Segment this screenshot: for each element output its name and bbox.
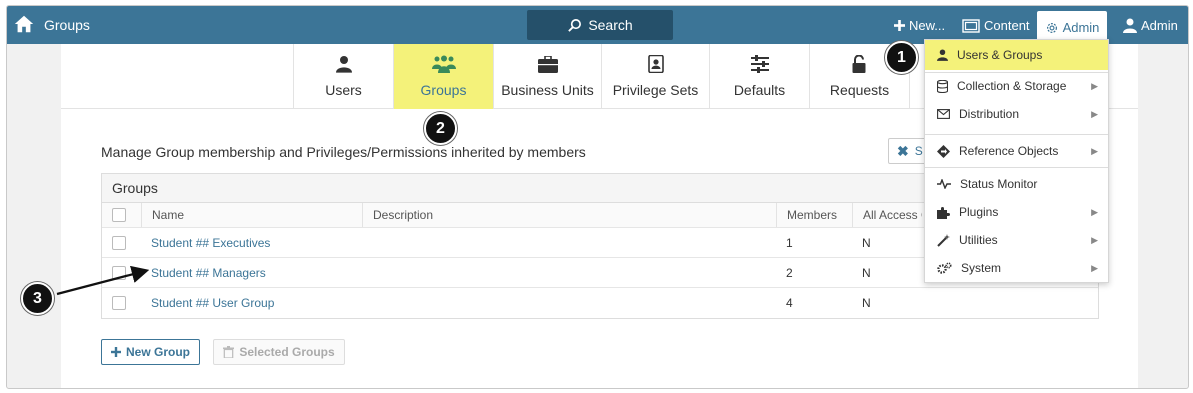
- callout-arrow: [56, 265, 150, 296]
- callout-badge: 1: [885, 41, 918, 74]
- app-window: Groups Search New... Content Admin Admin…: [6, 5, 1189, 389]
- callout-badge: 2: [424, 112, 457, 145]
- callout-badge: 3: [21, 282, 54, 315]
